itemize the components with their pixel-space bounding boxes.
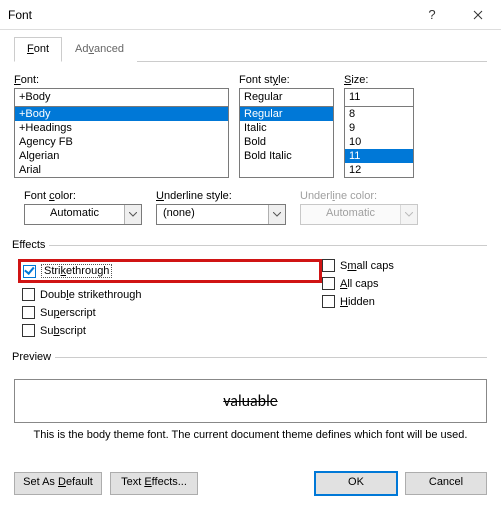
list-item[interactable]: Regular <box>240 107 333 121</box>
list-item[interactable]: Agency FB <box>15 135 228 149</box>
smallcaps-checkbox[interactable]: Small caps <box>322 259 394 272</box>
list-item[interactable]: 9 <box>345 121 413 135</box>
list-item[interactable]: 8 <box>345 107 413 121</box>
preview-box: valuable <box>14 379 487 423</box>
size-listbox[interactable]: 8 9 10 11 12 <box>344 106 414 178</box>
chevron-down-icon <box>124 205 141 224</box>
preview-group: Preview valuable This is the body theme … <box>14 351 487 441</box>
list-item[interactable]: Bold Italic <box>240 149 333 163</box>
list-item[interactable]: 11 <box>345 149 413 163</box>
fontcolor-combo[interactable]: Automatic <box>24 204 142 225</box>
font-label: Font: <box>14 74 229 86</box>
underlinestyle-combo[interactable]: (none) <box>156 204 286 225</box>
fontcolor-label: Font color: <box>24 190 142 202</box>
ok-button[interactable]: OK <box>315 472 397 495</box>
list-item[interactable]: Italic <box>240 121 333 135</box>
double-strikethrough-checkbox[interactable]: Double strikethrough <box>22 288 322 301</box>
fontstyle-input[interactable]: Regular <box>239 88 334 107</box>
list-item[interactable]: Bold <box>240 135 333 149</box>
hidden-checkbox[interactable]: Hidden <box>322 295 394 308</box>
font-input[interactable]: +Body <box>14 88 229 107</box>
checkbox-icon <box>23 265 36 278</box>
close-button[interactable] <box>455 0 501 30</box>
preview-hint: This is the body theme font. The current… <box>14 429 487 441</box>
titlebar: Font ? <box>0 0 501 30</box>
checkbox-icon <box>322 277 335 290</box>
highlight-annotation: Strikethrough <box>18 259 322 283</box>
effects-group: Effects Strikethrough Double strikethrou… <box>14 239 487 337</box>
list-item[interactable]: Algerian <box>15 149 228 163</box>
list-item[interactable]: +Body <box>15 107 228 121</box>
checkbox-icon <box>22 288 35 301</box>
strikethrough-checkbox[interactable]: Strikethrough <box>23 264 112 278</box>
size-input[interactable]: 11 <box>344 88 414 107</box>
font-listbox[interactable]: +Body +Headings Agency FB Algerian Arial <box>14 106 229 178</box>
list-item[interactable]: 10 <box>345 135 413 149</box>
close-icon <box>473 10 483 20</box>
help-button[interactable]: ? <box>409 0 455 30</box>
fontstyle-label: Font style: <box>239 74 334 86</box>
chevron-down-icon <box>400 205 417 224</box>
chevron-down-icon <box>268 205 285 224</box>
size-label: Size: <box>344 74 414 86</box>
superscript-checkbox[interactable]: Superscript <box>22 306 322 319</box>
set-default-button[interactable]: Set As Default <box>14 472 102 495</box>
tab-font[interactable]: Font <box>14 37 62 62</box>
effects-legend: Effects <box>12 239 49 251</box>
tab-advanced[interactable]: Advanced <box>62 37 137 62</box>
tabstrip: Font Advanced <box>14 36 487 62</box>
checkbox-icon <box>322 295 335 308</box>
checkbox-icon <box>322 259 335 272</box>
subscript-checkbox[interactable]: Subscript <box>22 324 322 337</box>
cancel-button[interactable]: Cancel <box>405 472 487 495</box>
underlinestyle-label: Underline style: <box>156 190 286 202</box>
underlinecolor-label: Underline color: <box>300 190 418 202</box>
checkbox-icon <box>22 324 35 337</box>
window-title: Font <box>8 8 32 22</box>
underlinecolor-combo: Automatic <box>300 204 418 225</box>
list-item[interactable]: Arial <box>15 163 228 177</box>
list-item[interactable]: +Headings <box>15 121 228 135</box>
allcaps-checkbox[interactable]: All caps <box>322 277 394 290</box>
preview-legend: Preview <box>12 351 55 363</box>
text-effects-button[interactable]: Text Effects... <box>110 472 198 495</box>
preview-text: valuable <box>223 392 277 411</box>
list-item[interactable]: 12 <box>345 163 413 177</box>
checkbox-icon <box>22 306 35 319</box>
fontstyle-listbox[interactable]: Regular Italic Bold Bold Italic <box>239 106 334 178</box>
